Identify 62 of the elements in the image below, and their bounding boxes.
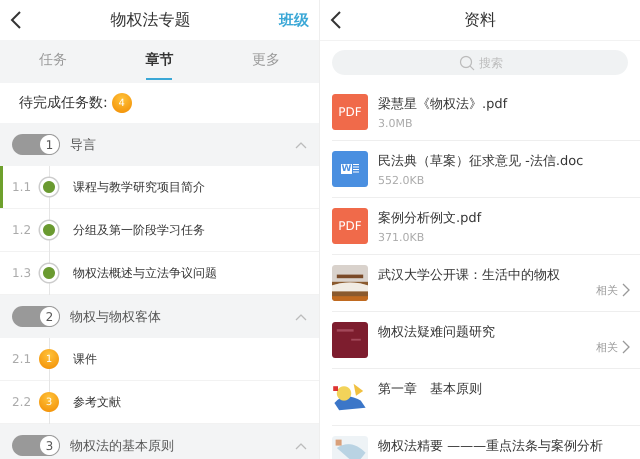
count-badge: 4 (112, 93, 132, 113)
chapter-header[interactable]: 3 物权法的基本原则 (0, 424, 319, 459)
page-title: 资料 (463, 10, 497, 30)
file-item[interactable]: PDF 梁慧星《物权法》.pdf 3.0MB (332, 84, 640, 141)
file-name: 民法典（草案）征求意见 -法信.doc (378, 153, 584, 170)
done-dot-icon (40, 178, 58, 196)
file-size: 3.0MB (378, 117, 414, 130)
collapse-caret-icon[interactable] (295, 442, 307, 450)
chapter-header[interactable]: 2 物权与物权客体 (0, 295, 319, 338)
file-name: 武汉大学公开课：生活中的物权 (378, 267, 561, 284)
file-name: 物权法精要 ———重点法条与案例分析 (378, 438, 604, 455)
chapter-toggle[interactable]: 3 (12, 435, 60, 456)
file-name: 物权法疑难问题研究 (378, 324, 496, 341)
collapse-caret-icon[interactable] (295, 312, 307, 320)
pdf-icon: PDF (332, 208, 368, 244)
section-title: 课件 (73, 350, 97, 368)
pdf-icon: PDF (332, 94, 368, 130)
related-label: 相关 (596, 340, 618, 354)
chapter-toggle[interactable]: 1 (12, 134, 60, 155)
count-badge: 3 (39, 392, 59, 412)
page-title: 物权法专题 (110, 10, 192, 30)
back-icon[interactable] (330, 10, 342, 30)
file-name: 第一章 基本原则 (378, 381, 483, 398)
section-title: 物权法概述与立法争议问题 (73, 264, 217, 282)
file-item[interactable]: 物权法疑难问题研究 相关 (332, 312, 640, 369)
file-item[interactable]: PDF 案例分析例文.pdf 371.0KB (332, 198, 640, 255)
search-icon (459, 55, 475, 71)
file-size: 552.0KB (378, 174, 426, 187)
section-item[interactable]: 1.2 分组及第一阶段学习任务 (0, 209, 319, 252)
file-item[interactable]: 物权法精要 ———重点法条与案例分析 (332, 426, 640, 459)
chevron-right-icon (622, 283, 630, 297)
section-number: 2.1 (12, 352, 32, 366)
done-dot-icon (40, 264, 58, 282)
word-doc-icon: W (332, 151, 368, 187)
section-number: 2.2 (12, 395, 32, 409)
related-label: 相关 (596, 282, 618, 298)
file-item[interactable]: 武汉大学公开课：生活中的物权 相关 (332, 255, 640, 312)
section-number: 1.2 (12, 223, 32, 237)
chapter-title: 物权法的基本原则 (70, 438, 175, 454)
back-icon[interactable] (10, 10, 22, 30)
file-name: 梁慧星《物权法》.pdf (378, 96, 508, 113)
section-item[interactable]: 2.1 1 课件 (0, 338, 319, 381)
done-dot-icon (40, 221, 58, 239)
chapter-title: 物权与物权客体 (70, 308, 162, 326)
file-item[interactable]: W 民法典（草案）征求意见 -法信.doc 552.0KB (332, 141, 640, 198)
file-name: 案例分析例文.pdf (378, 210, 482, 227)
section-number: 1.1 (12, 180, 32, 194)
section-title: 参考文献 (73, 394, 121, 410)
file-size: 371.0KB (378, 231, 426, 244)
section-title: 分组及第一阶段学习任务 (73, 222, 205, 238)
collapse-caret-icon[interactable] (295, 140, 307, 148)
file-item[interactable]: 第一章 基本原则 (332, 369, 640, 426)
section-title: 课程与教学研究项目简介 (73, 178, 205, 196)
count-badge: 1 (39, 349, 59, 369)
section-number: 1.3 (12, 266, 32, 280)
pending-label: 待完成任务数: (19, 94, 108, 112)
chapter-header[interactable]: 1 导言 (0, 123, 319, 166)
chevron-right-icon (622, 340, 630, 354)
chapter-title: 导言 (70, 136, 97, 154)
search-field[interactable]: 搜索 (332, 50, 628, 75)
chapter-toggle[interactable]: 2 (12, 306, 60, 327)
section-item[interactable]: 1.1 课程与教学研究项目简介 (0, 166, 319, 209)
